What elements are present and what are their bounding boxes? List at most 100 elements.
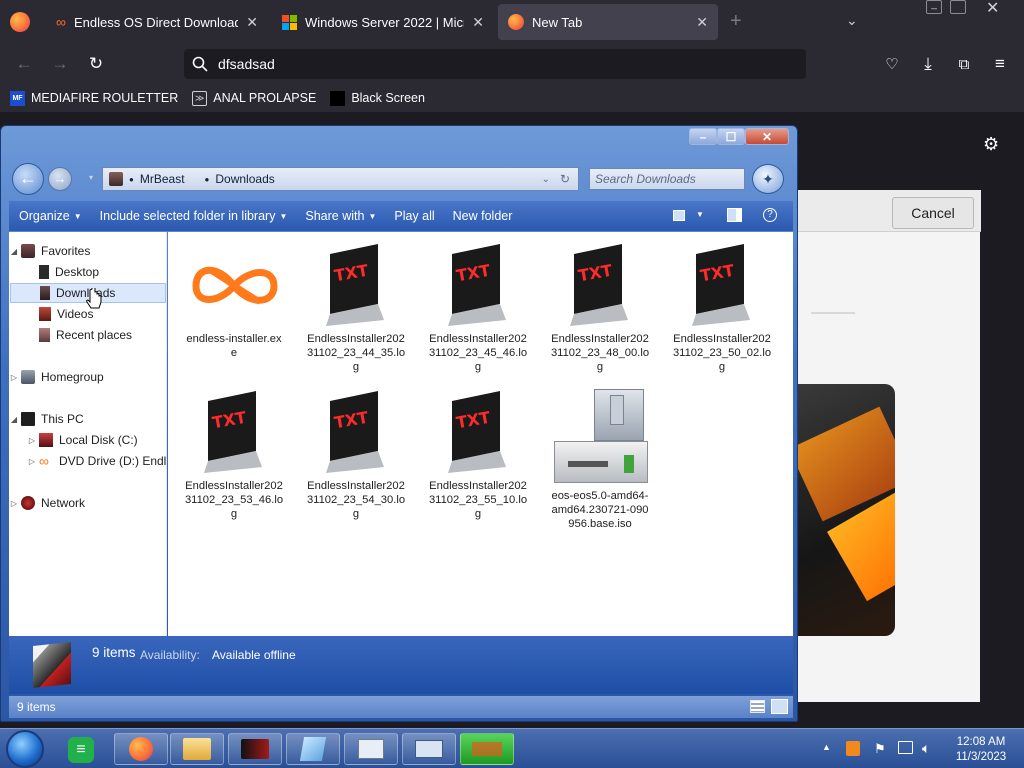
bookmark-black-screen[interactable]: Black Screen <box>330 90 425 106</box>
file-item[interactable]: TXT EndlessInstaller20231102_23_50_02.log <box>672 242 772 374</box>
file-item[interactable]: TXT EndlessInstaller20231102_23_45_46.log <box>428 242 528 374</box>
url-input-value[interactable]: dfsadsad <box>218 56 275 72</box>
close-tab-icon[interactable]: ✕ <box>246 14 258 31</box>
bookmark-prolapse[interactable]: ≫ ANAL PROLAPSE <box>192 90 316 106</box>
cancel-button[interactable]: Cancel <box>892 197 974 229</box>
url-bar[interactable]: dfsadsad <box>184 49 806 79</box>
search-globe-icon[interactable]: ✦ <box>752 164 784 194</box>
nav-label: Network <box>41 496 86 510</box>
address-bar[interactable]: ● MrBeast ● Downloads ⌄ ↻ <box>102 167 579 191</box>
taskbar-firefox[interactable] <box>114 733 168 765</box>
taskbar-notepad[interactable] <box>286 733 340 765</box>
taskbar-notes-icon[interactable]: ≡ <box>68 737 94 763</box>
download-icon[interactable]: ⤓ <box>916 52 940 76</box>
collapse-arrow-icon[interactable]: ◢ <box>9 415 19 424</box>
file-item[interactable]: TXT EndlessInstaller20231102_23_53_46.log <box>184 389 284 521</box>
clock-time: 12:08 AM <box>956 736 1006 748</box>
explorer-maximize-button[interactable]: ☐ <box>717 128 745 145</box>
window-maximize-icon[interactable] <box>950 0 966 14</box>
settings-gear-icon[interactable]: ⚙ <box>983 134 999 155</box>
breadcrumb-mrbeast[interactable]: MrBeast <box>140 172 185 186</box>
network-tray-icon[interactable] <box>898 741 913 754</box>
nav-desktop[interactable]: Desktop <box>9 262 166 282</box>
tab-windows-server[interactable]: Windows Server 2022 | Microso ✕ <box>272 4 494 40</box>
view-options-icon[interactable] <box>673 210 685 221</box>
file-item[interactable]: TXT EndlessInstaller20231102_23_44_35.log <box>306 242 406 374</box>
explorer-minimize-button[interactable]: – <box>689 128 717 145</box>
close-tab-icon[interactable]: ✕ <box>696 14 708 31</box>
system-clock[interactable]: 12:08 AM 11/3/2023 <box>946 735 1016 765</box>
address-dropdown-icon[interactable]: ⌄ <box>542 174 550 185</box>
nav-network[interactable]: ▷ Network <box>9 493 166 513</box>
bookmark-mediafire[interactable]: MF MEDIAFIRE ROULETTER <box>10 90 178 106</box>
file-item[interactable]: eos-eos5.0-amd64-amd64.230721-090956.bas… <box>550 389 650 531</box>
history-dropdown-icon[interactable]: ▾ <box>89 173 93 182</box>
expand-arrow-icon[interactable]: ▷ <box>27 436 37 445</box>
help-icon[interactable]: ? <box>763 208 777 222</box>
firefox-view-icon[interactable] <box>10 12 30 32</box>
expand-arrow-icon[interactable]: ▷ <box>27 457 37 466</box>
file-item[interactable]: TXT EndlessInstaller20231102_23_48_00.log <box>550 242 650 374</box>
nav-favorites[interactable]: ◢ Favorites <box>9 241 166 261</box>
reload-icon[interactable]: ↻ <box>84 52 108 76</box>
txt-log-file-icon: TXT <box>310 389 402 475</box>
divider <box>811 312 855 314</box>
pocket-icon[interactable]: ♡ <box>880 52 904 76</box>
view-dropdown-icon[interactable]: ▼ <box>696 210 704 219</box>
file-name-label: EndlessInstaller20231102_23_53_46.log <box>184 480 284 520</box>
nav-this-pc[interactable]: ◢ This PC <box>9 409 166 429</box>
tray-app-icon[interactable] <box>846 741 860 756</box>
tab-endless-os[interactable]: ∞ Endless OS Direct Download | E ✕ <box>46 4 268 40</box>
new-folder-button[interactable]: New folder <box>444 209 522 223</box>
back-arrow-icon[interactable]: ← <box>12 52 36 76</box>
window-minimize-icon[interactable]: _ <box>926 0 942 14</box>
start-orb-icon[interactable] <box>6 730 44 768</box>
preview-pane-icon[interactable] <box>727 208 742 222</box>
search-box[interactable]: Search Downloads <box>589 168 745 190</box>
close-tab-icon[interactable]: ✕ <box>472 14 484 31</box>
collapse-arrow-icon[interactable]: ◢ <box>9 247 19 256</box>
file-item[interactable]: TXT EndlessInstaller20231102_23_54_30.log <box>306 389 406 521</box>
search-input[interactable]: Search Downloads <box>595 172 696 186</box>
hamburger-menu-icon[interactable]: ≡ <box>988 52 1012 76</box>
forward-arrow-icon[interactable]: → <box>48 52 72 76</box>
list-all-tabs-chevron-icon[interactable]: ⌄ <box>846 12 858 29</box>
nav-local-disk[interactable]: ▷ Local Disk (C:) <box>9 430 166 450</box>
file-item[interactable]: TXT EndlessInstaller20231102_23_55_10.log <box>428 389 528 521</box>
expand-arrow-icon[interactable]: ▷ <box>9 373 19 382</box>
taskbar-media[interactable] <box>228 733 282 765</box>
taskbar-explorer[interactable] <box>170 733 224 765</box>
taskbar-green-app[interactable] <box>460 733 514 765</box>
tab-new-tab[interactable]: New Tab ✕ <box>498 4 718 40</box>
organize-menu[interactable]: Organize ▼ <box>9 209 91 223</box>
action-center-flag-icon[interactable]: ⚑ <box>874 741 886 757</box>
txt-log-file-icon: TXT <box>188 389 280 475</box>
large-icons-view-icon[interactable] <box>771 699 788 714</box>
include-library-menu[interactable]: Include selected folder in library ▼ <box>91 209 297 223</box>
details-view-icon[interactable] <box>750 700 765 713</box>
extensions-icon[interactable]: ⧉ <box>952 52 976 76</box>
play-all-button[interactable]: Play all <box>385 209 443 223</box>
back-button[interactable]: ← <box>12 163 44 195</box>
file-item[interactable]: endless-installer.exe <box>184 242 284 360</box>
show-hidden-icons-icon[interactable]: ▲ <box>822 742 831 752</box>
share-with-menu[interactable]: Share with ▼ <box>296 209 385 223</box>
breadcrumb-downloads[interactable]: Downloads <box>215 172 274 186</box>
new-tab-plus-icon[interactable]: + <box>730 10 742 33</box>
microsoft-logo-icon <box>282 14 297 30</box>
taskbar-task-manager[interactable] <box>344 733 398 765</box>
refresh-icon[interactable]: ↻ <box>560 172 570 186</box>
window-close-icon[interactable]: ✕ <box>986 0 999 18</box>
availability-label: Availability: <box>140 648 200 662</box>
expand-arrow-icon[interactable]: ▷ <box>9 499 19 508</box>
taskbar-keyboard[interactable] <box>402 733 456 765</box>
volume-icon[interactable]: 🔈︎ <box>922 740 930 757</box>
disc-image-file-icon <box>554 389 648 485</box>
nav-dvd-drive[interactable]: ▷∞ DVD Drive (D:) Endles <box>9 451 166 471</box>
nav-recent-places[interactable]: Recent places <box>9 325 166 345</box>
explorer-close-button[interactable]: ✕ <box>745 128 789 145</box>
forward-button[interactable]: → <box>48 167 72 191</box>
nav-homegroup[interactable]: ▷ Homegroup <box>9 367 166 387</box>
script-icon: ≫ <box>192 90 208 106</box>
network-icon <box>21 496 35 510</box>
